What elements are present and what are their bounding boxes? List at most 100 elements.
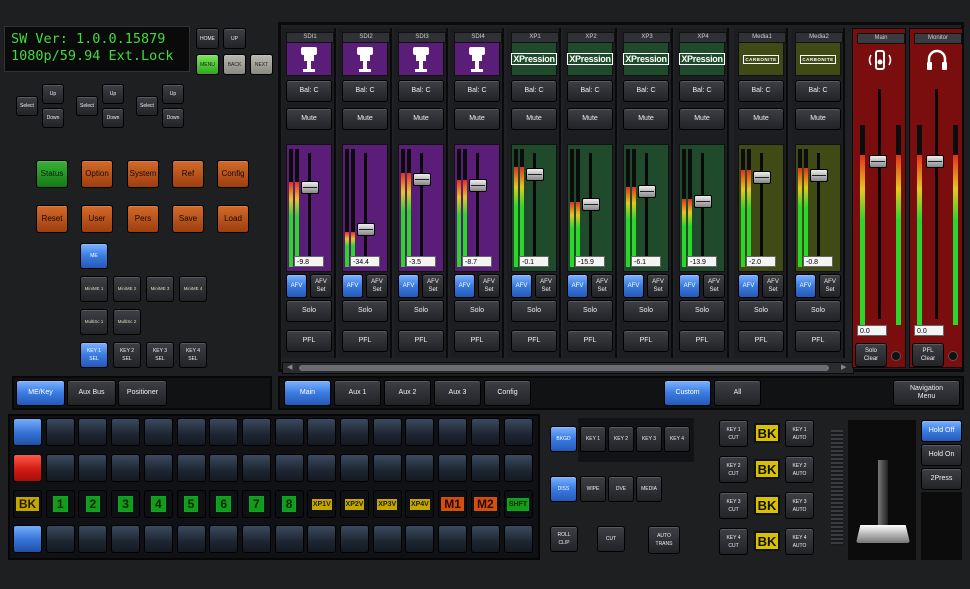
- fader-value[interactable]: -0.8: [803, 256, 833, 267]
- pfl-button[interactable]: PFL: [567, 330, 613, 352]
- source-label-7[interactable]: 7: [241, 490, 271, 518]
- crosspoint-row2-11[interactable]: [340, 454, 369, 482]
- key-4-auto-button[interactable]: KEY 4 AUTO: [785, 528, 814, 555]
- crosspoint-row1-9[interactable]: [274, 418, 304, 446]
- afv-button[interactable]: AFV: [567, 274, 588, 298]
- crosspoint-row1-8[interactable]: [241, 418, 271, 446]
- menu-ref-button[interactable]: Ref: [172, 160, 204, 188]
- crosspoint-row2-6[interactable]: [176, 454, 206, 482]
- tab-config[interactable]: Config: [484, 380, 531, 406]
- fader-knob[interactable]: [526, 168, 544, 181]
- mute-button[interactable]: Mute: [286, 108, 332, 130]
- mute-button[interactable]: Mute: [398, 108, 444, 130]
- minime-4-button[interactable]: MiniME 4: [179, 276, 207, 302]
- pfl-button[interactable]: PFL: [679, 330, 725, 352]
- fader-knob[interactable]: [582, 198, 600, 211]
- afv-set-button[interactable]: AFV Set: [366, 274, 388, 298]
- monitor-clear-button[interactable]: PFL Clear: [912, 343, 944, 367]
- fader-knob[interactable]: [810, 169, 828, 182]
- menu-load-button[interactable]: Load: [217, 205, 249, 233]
- fader-value[interactable]: -0.1: [519, 256, 549, 267]
- key-1-auto-button[interactable]: KEY 1 AUTO: [785, 420, 814, 447]
- crosspoint-row2-2[interactable]: [45, 454, 75, 482]
- fader-value[interactable]: -8.7: [462, 256, 492, 267]
- pfl-button[interactable]: PFL: [398, 330, 444, 352]
- crosspoint-row1-15[interactable]: [470, 418, 500, 446]
- bal-button[interactable]: Bal: C: [738, 80, 784, 102]
- crosspoint-row1-5[interactable]: [143, 418, 173, 446]
- crosspoint-row2-10[interactable]: [307, 454, 337, 482]
- afv-button[interactable]: AFV: [398, 274, 419, 298]
- multisc-1-button[interactable]: MultiSc 1: [80, 309, 108, 335]
- custom-button[interactable]: Custom: [664, 380, 711, 406]
- solo-button[interactable]: Solo: [738, 300, 784, 322]
- crosspoint-row1-4[interactable]: [111, 418, 141, 446]
- scroll-thumb[interactable]: [299, 365, 829, 371]
- afv-set-button[interactable]: AFV Set: [762, 274, 784, 298]
- menu-user-button[interactable]: User: [81, 205, 113, 233]
- mute-button[interactable]: Mute: [511, 108, 557, 130]
- bal-button[interactable]: Bal: C: [511, 80, 557, 102]
- source-label-m1[interactable]: M1: [438, 490, 468, 518]
- two-press-button[interactable]: 2Press: [921, 468, 962, 490]
- key-2-cut-button[interactable]: KEY 2 CUT: [719, 456, 748, 483]
- mute-button[interactable]: Mute: [454, 108, 500, 130]
- afv-button[interactable]: AFV: [738, 274, 759, 298]
- afv-set-button[interactable]: AFV Set: [819, 274, 841, 298]
- source-label-xp3v[interactable]: XP3V: [372, 490, 402, 518]
- navigation-menu-button[interactable]: Navigation Menu: [893, 380, 960, 406]
- solo-button[interactable]: Solo: [795, 300, 841, 322]
- source-label-xp1v[interactable]: XP1V: [307, 490, 337, 518]
- fader-value[interactable]: -13.9: [687, 256, 717, 267]
- crosspoint-row1-14[interactable]: [438, 418, 468, 446]
- bal-button[interactable]: Bal: C: [679, 80, 725, 102]
- next-key-2-button[interactable]: KEY 2: [608, 426, 634, 452]
- solo-button[interactable]: Solo: [511, 300, 557, 322]
- pfl-button[interactable]: PFL: [738, 330, 784, 352]
- afv-button[interactable]: AFV: [454, 274, 475, 298]
- crosspoint-row1-6[interactable]: [176, 418, 206, 446]
- mixer-scrollbar[interactable]: ◀ ▶: [282, 362, 854, 374]
- afv-button[interactable]: AFV: [342, 274, 363, 298]
- crosspoint-row1-12[interactable]: [372, 418, 402, 446]
- fader-knob[interactable]: [413, 173, 431, 186]
- down-button-2[interactable]: Down: [102, 108, 124, 128]
- crosspoint-row2-7[interactable]: [209, 454, 239, 482]
- bal-button[interactable]: Bal: C: [286, 80, 332, 102]
- up-button-2[interactable]: Up: [102, 84, 124, 104]
- afv-set-button[interactable]: AFV Set: [535, 274, 557, 298]
- crosspoint-row2-15[interactable]: [470, 454, 500, 482]
- solo-button[interactable]: Solo: [567, 300, 613, 322]
- afv-button[interactable]: AFV: [679, 274, 700, 298]
- crosspoint-row4-14[interactable]: [438, 525, 468, 553]
- crosspoint-row4-4[interactable]: [111, 525, 141, 553]
- mute-button[interactable]: Mute: [623, 108, 669, 130]
- fader-knob[interactable]: [694, 195, 712, 208]
- crosspoint-row2-8[interactable]: [241, 454, 271, 482]
- wipe-button[interactable]: WIPE: [580, 476, 606, 502]
- select-button-3[interactable]: Select: [136, 96, 158, 116]
- next-key-3-button[interactable]: KEY 3: [636, 426, 662, 452]
- solo-button[interactable]: Solo: [679, 300, 725, 322]
- monitor-fader-knob[interactable]: [926, 155, 944, 168]
- crosspoint-row1-2[interactable]: [45, 418, 75, 446]
- source-label-2[interactable]: 2: [78, 490, 108, 518]
- source-label-1[interactable]: 1: [45, 490, 75, 518]
- menu-config-button[interactable]: Config: [217, 160, 249, 188]
- menu-reset-button[interactable]: Reset: [36, 205, 68, 233]
- fader-value[interactable]: -15.9: [575, 256, 605, 267]
- down-button-1[interactable]: Down: [42, 108, 64, 128]
- crosspoint-row4-7[interactable]: [209, 525, 239, 553]
- fader-knob[interactable]: [638, 185, 656, 198]
- key-4-cut-button[interactable]: KEY 4 CUT: [719, 528, 748, 555]
- crosspoint-row1-16[interactable]: [503, 418, 533, 446]
- select-button-1[interactable]: Select: [16, 96, 38, 116]
- key-4-sel-button[interactable]: KEY 4 SEL: [179, 342, 207, 368]
- up-nav-button[interactable]: UP: [223, 28, 246, 49]
- crosspoint-row4-11[interactable]: [340, 525, 369, 553]
- pfl-button[interactable]: PFL: [454, 330, 500, 352]
- fader-knob[interactable]: [753, 171, 771, 184]
- monitor-value[interactable]: 0.0: [914, 325, 944, 336]
- next-key-1-button[interactable]: KEY 1: [580, 426, 606, 452]
- crosspoint-row1-10[interactable]: [307, 418, 337, 446]
